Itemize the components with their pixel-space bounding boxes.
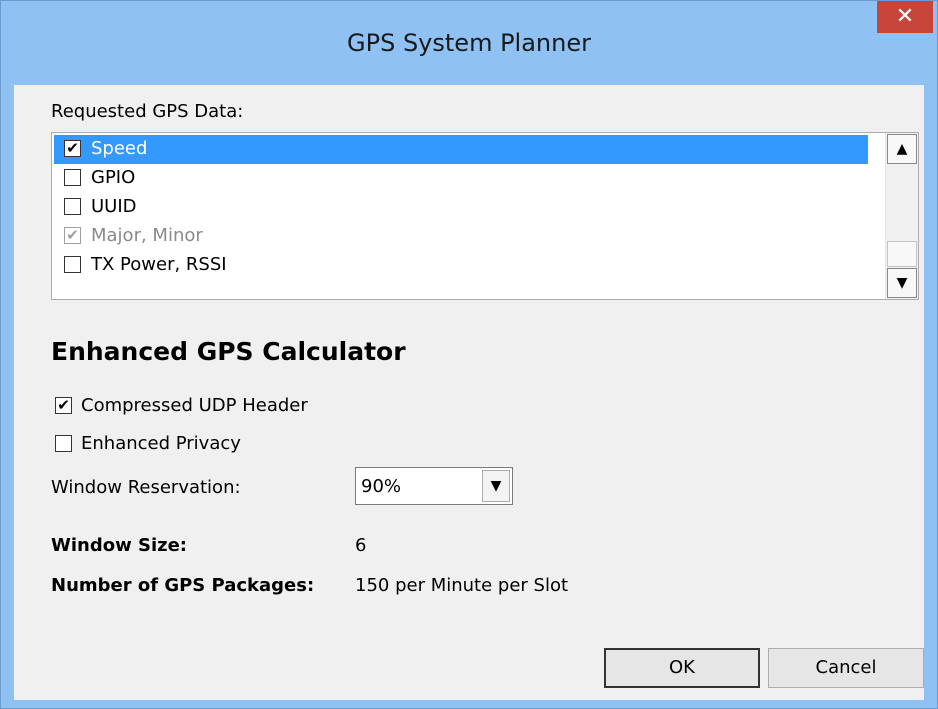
scroll-down-button[interactable]: ▼: [887, 268, 917, 298]
window-size-label: Window Size:: [51, 535, 188, 556]
compressed-udp-header-checkbox[interactable]: ✔: [55, 397, 72, 414]
close-icon: ✕: [895, 4, 915, 29]
list-item-speed[interactable]: ✔ Speed: [54, 135, 868, 164]
list-item-label: GPIO: [91, 167, 136, 188]
dialog-client-area: Requested GPS Data: ✔ Speed GPIO UUID ✔ …: [14, 85, 924, 700]
checkmark-icon: ✔: [66, 139, 79, 157]
list-item-label: Speed: [91, 138, 148, 159]
section-heading: Enhanced GPS Calculator: [51, 337, 406, 366]
speed-checkbox[interactable]: ✔: [64, 140, 81, 157]
cancel-button[interactable]: Cancel: [768, 648, 924, 688]
compressed-udp-header-label[interactable]: Compressed UDP Header: [81, 395, 308, 416]
list-scrollbar[interactable]: ▲ ▼: [885, 133, 918, 299]
gps-packages-label: Number of GPS Packages:: [51, 575, 315, 596]
list-item-uuid[interactable]: UUID: [54, 193, 868, 222]
enhanced-privacy-checkbox[interactable]: [55, 435, 72, 452]
window-reservation-select[interactable]: 90% ▼: [355, 467, 513, 505]
arrow-up-icon: ▲: [896, 141, 908, 157]
gpio-checkbox[interactable]: [64, 169, 81, 186]
window-reservation-label: Window Reservation:: [51, 477, 241, 498]
list-item-tx-power-rssi[interactable]: TX Power, RSSI: [54, 251, 868, 280]
requested-gps-data-list[interactable]: ✔ Speed GPIO UUID ✔ Major, Minor TX Powe…: [51, 132, 919, 300]
window-reservation-value: 90%: [361, 476, 402, 497]
list-item-label: Major, Minor: [91, 225, 203, 246]
chevron-down-icon[interactable]: ▼: [482, 470, 510, 502]
arrow-down-icon: ▼: [896, 275, 908, 291]
scroll-thumb[interactable]: [887, 241, 917, 267]
list-item-gpio[interactable]: GPIO: [54, 164, 868, 193]
enhanced-privacy-label[interactable]: Enhanced Privacy: [81, 433, 241, 454]
list-item-major-minor: ✔ Major, Minor: [54, 222, 868, 251]
checkmark-icon: ✔: [66, 226, 79, 244]
requested-gps-data-label: Requested GPS Data:: [51, 101, 244, 122]
uuid-checkbox[interactable]: [64, 198, 81, 215]
list-item-label: UUID: [91, 196, 137, 217]
major-minor-checkbox: ✔: [64, 227, 81, 244]
tx-power-rssi-checkbox[interactable]: [64, 256, 81, 273]
gps-packages-value: 150 per Minute per Slot: [355, 575, 569, 596]
close-button[interactable]: ✕: [877, 1, 933, 33]
window-size-value: 6: [355, 535, 367, 556]
dialog-window: GPS System Planner ✕ Requested GPS Data:…: [0, 0, 938, 709]
ok-button[interactable]: OK: [604, 648, 760, 688]
scroll-up-button[interactable]: ▲: [887, 134, 917, 164]
checkmark-icon: ✔: [57, 396, 70, 414]
window-title: GPS System Planner: [347, 29, 591, 57]
title-bar[interactable]: GPS System Planner ✕: [1, 1, 937, 85]
list-item-label: TX Power, RSSI: [91, 254, 227, 275]
